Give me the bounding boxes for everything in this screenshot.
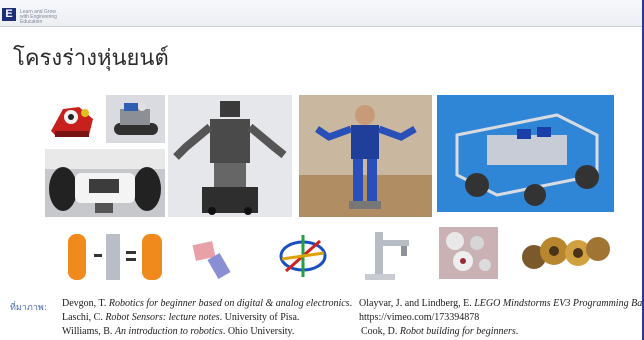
reference-author: Laschi, C. [62, 312, 106, 323]
gearbox-photo [520, 223, 612, 280]
reference-title: An introduction to robotics [114, 326, 223, 337]
reference-item: Williams, B. An introduction to robotics… [62, 326, 294, 337]
reference-title: Robot Sensors: lecture notes [105, 312, 220, 323]
logo-caption: Learn and Grow with Engineering Educatio… [20, 9, 57, 25]
reference-title: Robotics for beginner based on digital &… [108, 298, 350, 309]
reference-item: Cook, D. Robot building for beginners. [361, 326, 518, 337]
axis-rotation-diagram [272, 231, 334, 281]
reference-item: Olayvar, J. and Lindberg, E. LEGO Mindst… [359, 298, 644, 309]
slide-title: โครงร่างหุ่นยนต์ [13, 46, 169, 71]
arm-mechanism-diagram [355, 226, 417, 284]
reference-link[interactable]: https://vimeo.com/173394878 [359, 312, 479, 323]
reference-author: Cook, D. [361, 326, 400, 337]
reference-author: Devgon, T. [62, 298, 109, 309]
joint-diagram [190, 235, 240, 280]
references-label: ที่มาภาพ: [10, 303, 47, 313]
references: ที่มาภาพ: Devgon, T. Robotics for beginn… [10, 298, 644, 340]
reference-item: Laschi, C. Robot Sensors: lecture notes.… [62, 312, 299, 323]
reference-suffix: . University of Pisa. [219, 312, 300, 323]
reference-url[interactable]: https://vimeo.com/173394878 [359, 312, 479, 323]
header-bar: E Learn and Grow with Engineering Educat… [0, 0, 644, 27]
logo-letter: E [5, 8, 13, 20]
tracked-robot-photo [106, 95, 165, 143]
reference-item: Devgon, T. Robotics for beginner based o… [62, 298, 352, 309]
humanoid-robot-photo [299, 95, 432, 217]
reference-author: Williams, B. [62, 326, 115, 337]
two-arm-robot-photo [168, 95, 292, 217]
reference-title: LEGO Mindstorms EV3 Programming Basics [474, 298, 644, 309]
reference-author: Olayvar, J. and Lindberg, E. [359, 298, 475, 309]
red-robot-toy-photo [45, 95, 100, 143]
logo: E [2, 8, 16, 21]
white-wheeled-robot-photo [45, 149, 165, 217]
reference-suffix: . [349, 298, 353, 309]
gears-photo [439, 227, 498, 279]
reference-suffix: . [515, 326, 519, 337]
cylinder-parts-diagram [62, 228, 170, 286]
reference-title: Robot building for beginners [399, 326, 516, 337]
robot-cad-model-image [437, 95, 614, 212]
reference-suffix: . Ohio University. [222, 326, 295, 337]
